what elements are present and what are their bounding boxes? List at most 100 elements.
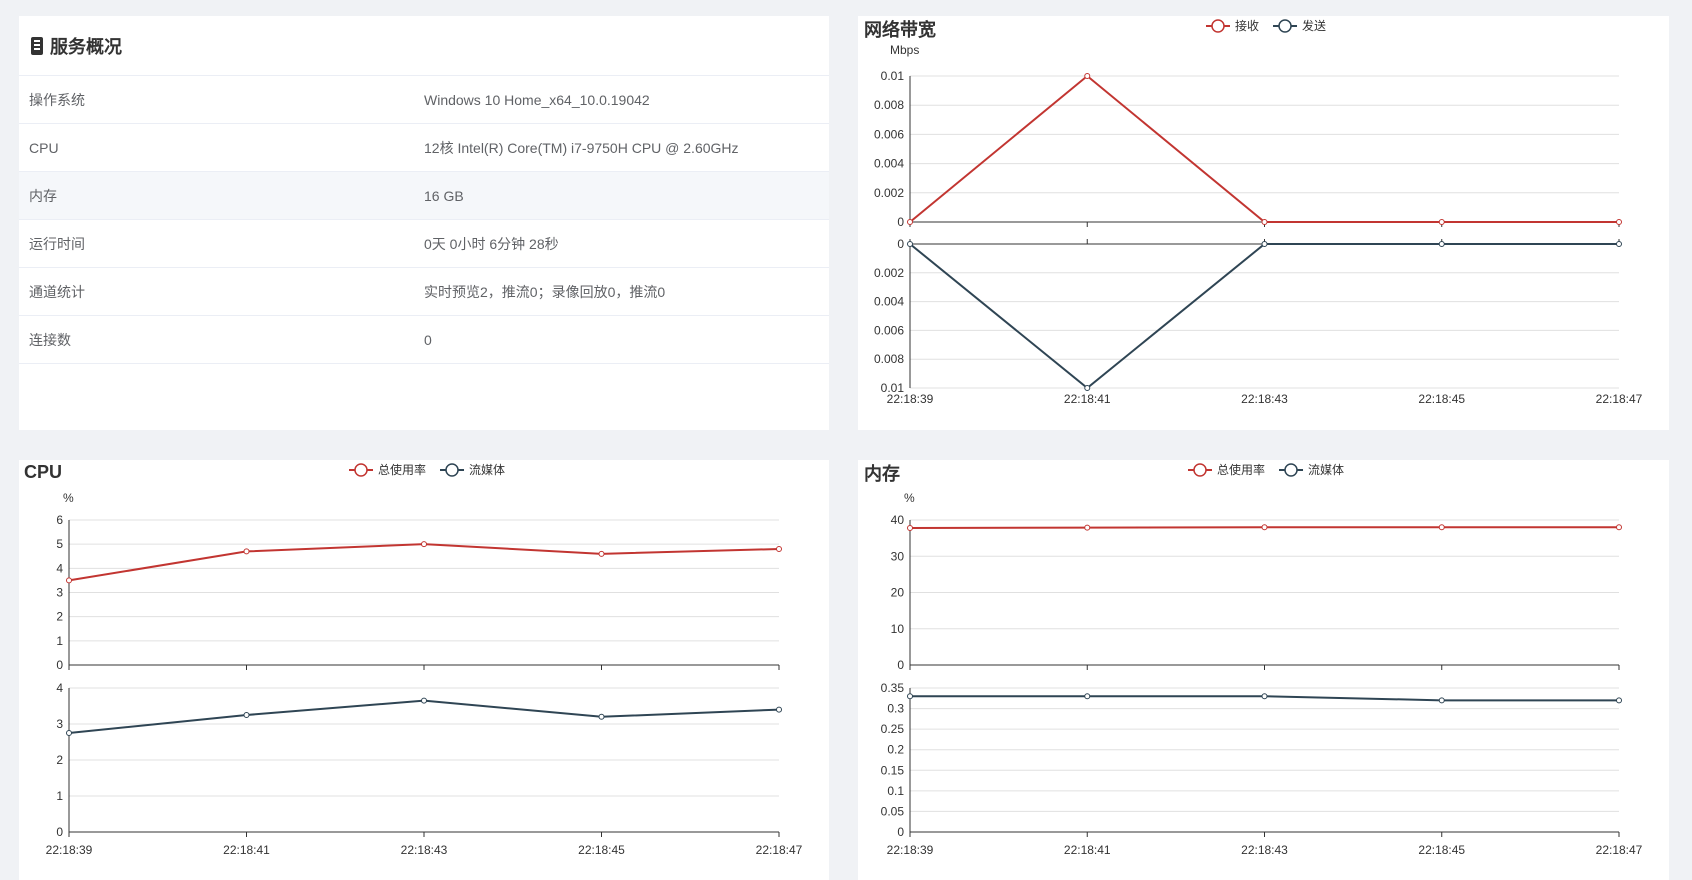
y-axis-unit: % xyxy=(63,491,74,505)
bottom-data-point xyxy=(1261,241,1268,247)
bottom-y-tick-label: 0.002 xyxy=(874,266,904,280)
table-row: CPU 12核 Intel(R) Core(TM) i7-9750H CPU @ … xyxy=(19,123,829,172)
bottom-data-point xyxy=(1084,385,1091,391)
top-y-tick-label: 10 xyxy=(891,622,905,636)
service-overview-card: 服务概况 操作系统 Windows 10 Home_x64_10.0.19042 … xyxy=(19,16,829,430)
y-axis-unit: Mbps xyxy=(890,43,919,57)
x-tick-label: 22:18:47 xyxy=(1596,392,1643,406)
top-y-tick-label: 30 xyxy=(891,549,905,563)
bottom-data-point xyxy=(66,730,72,736)
top-series-line xyxy=(68,543,780,582)
bottom-y-tick-label: 3 xyxy=(56,717,63,731)
top-y-tick-label: 40 xyxy=(891,513,905,527)
x-tick-label: 22:18:41 xyxy=(1064,392,1111,406)
x-tick-label: 22:18:39 xyxy=(46,843,93,857)
x-tick-label: 22:18:41 xyxy=(1064,843,1111,857)
row-value: Windows 10 Home_x64_10.0.19042 xyxy=(424,76,829,124)
bottom-data-point xyxy=(598,713,605,720)
top-data-point xyxy=(907,219,913,225)
cpu-chart: CPU% 总使用率 流媒体 0 1 2 3 4 5 6 0 1 2 3 4 22:18:39 22:18:41 2… xyxy=(24,462,803,857)
network-bandwidth-chart: 网络带宽 Mbps 接收 发送 0 0.002 0.004 0.006 0.008 0.01 0 0.… xyxy=(864,18,1643,406)
top-y-tick-label: 0.006 xyxy=(874,127,904,141)
row-value: 0天 0小时 6分钟 28秒 xyxy=(424,219,829,268)
top-data-point xyxy=(1084,73,1091,79)
x-tick-label: 22:18:43 xyxy=(401,843,448,857)
top-data-point xyxy=(907,524,913,531)
top-y-tick-label: 0 xyxy=(897,215,904,229)
bottom-y-tick-label: 0.006 xyxy=(874,323,904,337)
bottom-y-tick-label: 2 xyxy=(56,753,63,767)
top-y-tick-label: 5 xyxy=(56,537,63,551)
chart-title: CPU xyxy=(24,462,62,482)
row-label: 操作系统 xyxy=(19,76,424,124)
top-data-point xyxy=(421,541,427,548)
legend-marker-1 xyxy=(1211,19,1225,33)
top-y-tick-label: 3 xyxy=(56,586,63,600)
top-data-point xyxy=(1261,524,1268,531)
bottom-data-point xyxy=(1438,241,1445,247)
cpu-card: CPU% 总使用率 流媒体 0 1 2 3 4 5 6 0 1 2 3 4 22:18:39 22:18:41 2… xyxy=(19,460,829,880)
memory-chart: 内存% 总使用率 流媒体 0 10 20 30 40 0 0.05 0.1 0.15 0.2 0.25 0.… xyxy=(864,462,1643,857)
top-y-tick-label: 0 xyxy=(897,658,904,672)
top-data-point xyxy=(1261,219,1268,225)
legend-label-2: 流媒体 xyxy=(469,463,505,477)
legend-label-1: 接收 xyxy=(1235,18,1259,33)
bottom-y-tick-label: 4 xyxy=(56,681,63,695)
legend-marker-2 xyxy=(445,463,459,477)
row-value: 12核 Intel(R) Core(TM) i7-9750H CPU @ 2.6… xyxy=(424,123,829,172)
x-tick-label: 22:18:39 xyxy=(887,392,934,406)
chart-title: 网络带宽 xyxy=(864,19,936,40)
table-row: 通道统计 实时预览2，推流0；录像回放0，推流0 xyxy=(19,267,829,316)
x-tick-label: 22:18:43 xyxy=(1241,392,1288,406)
service-overview-table: 操作系统 Windows 10 Home_x64_10.0.19042 CPU 12… xyxy=(19,76,829,364)
bottom-data-point xyxy=(243,712,250,718)
y-axis-unit: % xyxy=(904,491,915,505)
legend-marker-2 xyxy=(1278,19,1292,33)
top-data-point xyxy=(1616,524,1622,531)
x-tick-label: 22:18:45 xyxy=(578,843,625,857)
row-label: CPU xyxy=(19,123,424,172)
legend-label-2: 发送 xyxy=(1302,18,1326,33)
top-y-tick-label: 4 xyxy=(56,561,63,575)
bottom-y-tick-label: 0.004 xyxy=(874,295,904,309)
top-y-tick-label: 0 xyxy=(56,658,63,672)
bottom-data-point xyxy=(907,693,913,700)
x-tick-label: 22:18:47 xyxy=(1596,843,1643,857)
row-label: 内存 xyxy=(19,171,424,220)
bottom-y-tick-label: 0 xyxy=(56,825,63,839)
server-icon xyxy=(31,36,43,55)
bottom-y-tick-label: 0 xyxy=(897,825,904,839)
top-y-tick-label: 20 xyxy=(891,586,905,600)
legend-label-1: 总使用率 xyxy=(378,462,426,477)
table-row: 内存 16 GB xyxy=(19,171,829,220)
top-y-tick-label: 0.004 xyxy=(874,157,904,171)
memory-card: 内存% 总使用率 流媒体 0 10 20 30 40 0 0.05 0.1 0.15 0.2 0.25 0.… xyxy=(858,460,1669,880)
top-y-tick-label: 0.01 xyxy=(881,69,905,83)
top-data-point xyxy=(1438,219,1445,225)
legend-marker-1 xyxy=(1193,463,1207,477)
x-tick-label: 22:18:45 xyxy=(1418,843,1465,857)
top-data-point xyxy=(598,550,605,557)
bottom-y-tick-label: 0.3 xyxy=(887,702,904,716)
service-overview-header: 服务概况 xyxy=(19,16,829,76)
legend-marker-2 xyxy=(1284,463,1298,477)
bottom-y-tick-label: 0.1 xyxy=(887,784,904,798)
x-tick-label: 22:18:41 xyxy=(223,843,270,857)
service-overview-title: 服务概况 xyxy=(50,36,122,57)
top-data-point xyxy=(1084,524,1091,531)
top-data-point xyxy=(776,546,782,552)
legend-label-2: 流媒体 xyxy=(1308,463,1344,477)
top-y-tick-label: 1 xyxy=(56,634,63,648)
bottom-data-point xyxy=(1438,697,1445,704)
bottom-data-point xyxy=(1616,697,1622,704)
top-data-point xyxy=(243,548,250,555)
top-y-tick-label: 6 xyxy=(56,513,63,527)
chart-title: 内存 xyxy=(864,463,900,484)
table-row: 操作系统 Windows 10 Home_x64_10.0.19042 xyxy=(19,76,829,124)
network-bandwidth-card: 网络带宽 Mbps 接收 发送 0 0.002 0.004 0.006 0.008 0.01 0 0.… xyxy=(858,16,1669,430)
table-row: 连接数 0 xyxy=(19,315,829,364)
top-data-point xyxy=(1616,219,1622,225)
bottom-y-tick-label: 0.05 xyxy=(881,804,905,818)
bottom-series-line xyxy=(909,243,1619,390)
bottom-y-tick-label: 0.35 xyxy=(881,681,905,695)
